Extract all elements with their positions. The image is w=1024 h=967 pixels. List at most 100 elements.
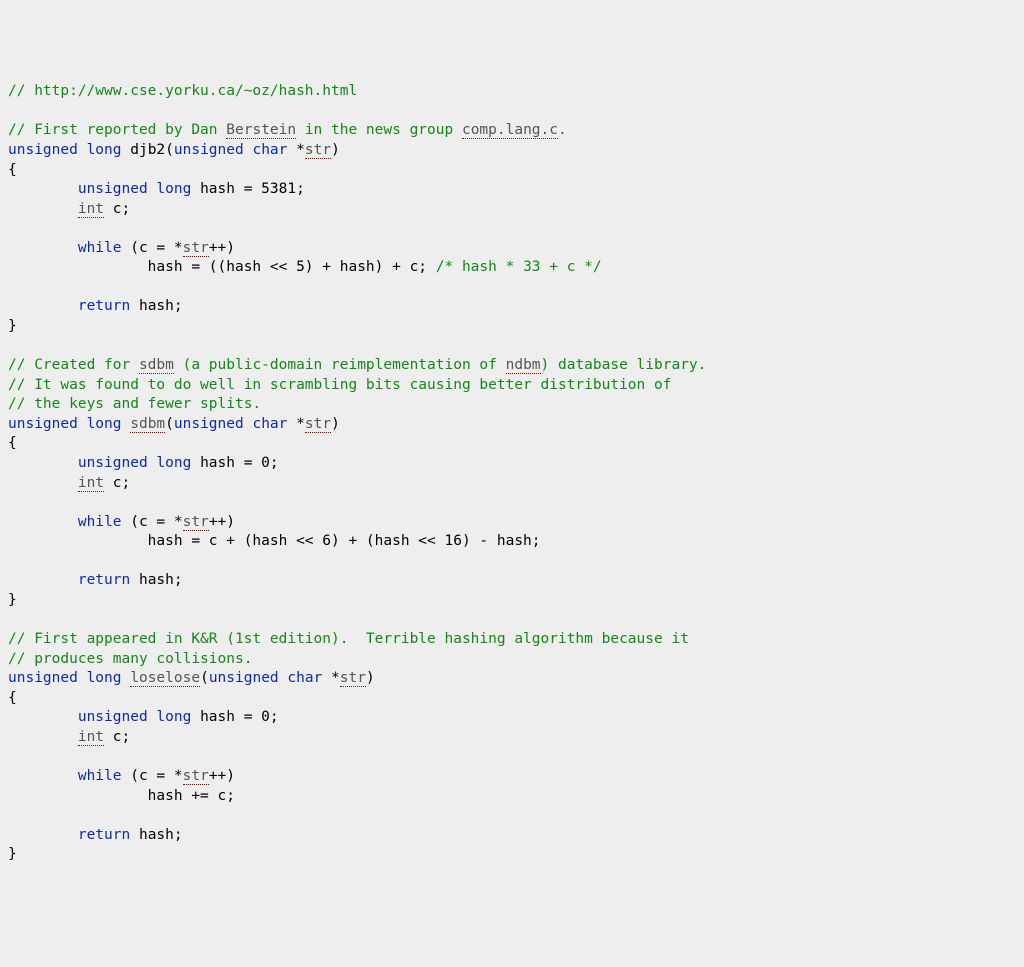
code-token: unsigned [8, 416, 78, 432]
code-line [8, 219, 1016, 239]
code-token: /* hash * 33 + c */ [436, 259, 602, 275]
code-token: ) database library. [541, 357, 707, 373]
code-token: return [78, 298, 130, 314]
code-token: Berstein [226, 122, 296, 139]
code-token [8, 709, 78, 725]
code-token: * [287, 416, 304, 432]
code-token: hash = 5381; [191, 181, 305, 197]
code-token: unsigned [174, 142, 244, 158]
code-line [8, 806, 1016, 826]
code-line: hash = c + (hash << 6) + (hash << 16) - … [8, 532, 1016, 552]
code-line: hash = ((hash << 5) + hash) + c; /* hash… [8, 258, 1016, 278]
code-token: long [87, 142, 122, 158]
code-token: * [322, 670, 339, 686]
code-token: } [8, 318, 17, 334]
code-token: char [252, 416, 287, 432]
code-token: hash = 0; [191, 455, 278, 471]
code-token: hash; [130, 298, 182, 314]
code-token: sdbm [139, 357, 174, 374]
code-token: // First appeared in K&R (1st edition). … [8, 631, 689, 647]
code-token: str [340, 670, 366, 687]
code-token: unsigned [78, 709, 148, 725]
code-token: str [305, 142, 331, 159]
code-token: . [558, 122, 567, 138]
code-token [8, 201, 78, 217]
code-token: hash; [130, 572, 182, 588]
code-token: { [8, 162, 17, 178]
code-token: unsigned [78, 181, 148, 197]
code-token: { [8, 690, 17, 706]
code-token: // produces many collisions. [8, 651, 252, 667]
code-token: char [252, 142, 287, 158]
code-token: // It was found to do well in scrambling… [8, 377, 671, 393]
code-line [8, 747, 1016, 767]
code-token: str [305, 416, 331, 433]
code-token [8, 827, 78, 843]
code-token [78, 670, 87, 686]
code-line [8, 278, 1016, 298]
code-token: str [183, 514, 209, 531]
code-line: int c; [8, 474, 1016, 494]
code-token: str [183, 768, 209, 785]
code-token: (c = * [122, 240, 183, 256]
code-line: } [8, 591, 1016, 611]
code-token: hash += c; [8, 788, 235, 804]
code-token [8, 240, 78, 256]
code-line: unsigned long sdbm(unsigned char *str) [8, 415, 1016, 435]
code-token: long [156, 455, 191, 471]
code-token: int [78, 201, 104, 218]
code-token: ) [366, 670, 375, 686]
code-line: { [8, 161, 1016, 181]
code-token: long [156, 709, 191, 725]
code-line: unsigned long loselose(unsigned char *st… [8, 669, 1016, 689]
code-token: hash; [130, 827, 182, 843]
code-token: ) [331, 416, 340, 432]
code-line: // First appeared in K&R (1st edition). … [8, 630, 1016, 650]
code-token: while [78, 240, 122, 256]
code-token [122, 416, 131, 432]
code-token: hash = c + (hash << 6) + (hash << 16) - … [8, 533, 541, 549]
code-token: sdbm [130, 416, 165, 433]
code-token: } [8, 592, 17, 608]
code-token: // http://www.cse.yorku.ca/~oz/hash.html [8, 83, 357, 99]
code-line: // the keys and fewer splits. [8, 395, 1016, 415]
code-token [78, 142, 87, 158]
code-line: return hash; [8, 571, 1016, 591]
code-token: while [78, 514, 122, 530]
code-token [8, 514, 78, 530]
code-line: { [8, 689, 1016, 709]
code-token [78, 416, 87, 432]
code-line: // It was found to do well in scrambling… [8, 376, 1016, 396]
code-token [8, 729, 78, 745]
code-token: while [78, 768, 122, 784]
code-token: long [156, 181, 191, 197]
code-token: return [78, 572, 130, 588]
code-token: (a public-domain reimplementation of [174, 357, 506, 373]
code-line [8, 337, 1016, 357]
code-line: while (c = *str++) [8, 513, 1016, 533]
code-token: // the keys and fewer splits. [8, 396, 261, 412]
code-token: } [8, 846, 17, 862]
code-line [8, 493, 1016, 513]
code-token: c; [104, 729, 130, 745]
code-token [8, 298, 78, 314]
code-token: djb2( [122, 142, 174, 158]
code-token: int [78, 475, 104, 492]
code-token: c; [104, 201, 130, 217]
code-line: unsigned long djb2(unsigned char *str) [8, 141, 1016, 161]
code-line: unsigned long hash = 5381; [8, 180, 1016, 200]
code-token: str [183, 240, 209, 257]
code-token: in the news group [296, 122, 462, 138]
code-line: hash += c; [8, 787, 1016, 807]
code-line: unsigned long hash = 0; [8, 708, 1016, 728]
code-line: return hash; [8, 826, 1016, 846]
code-token: unsigned [78, 455, 148, 471]
code-line: // First reported by Dan Berstein in the… [8, 121, 1016, 141]
code-line: int c; [8, 728, 1016, 748]
code-token: c; [104, 475, 130, 491]
code-token: (c = * [122, 514, 183, 530]
code-line: while (c = *str++) [8, 767, 1016, 787]
code-line [8, 102, 1016, 122]
code-token: unsigned [8, 142, 78, 158]
code-token [8, 475, 78, 491]
